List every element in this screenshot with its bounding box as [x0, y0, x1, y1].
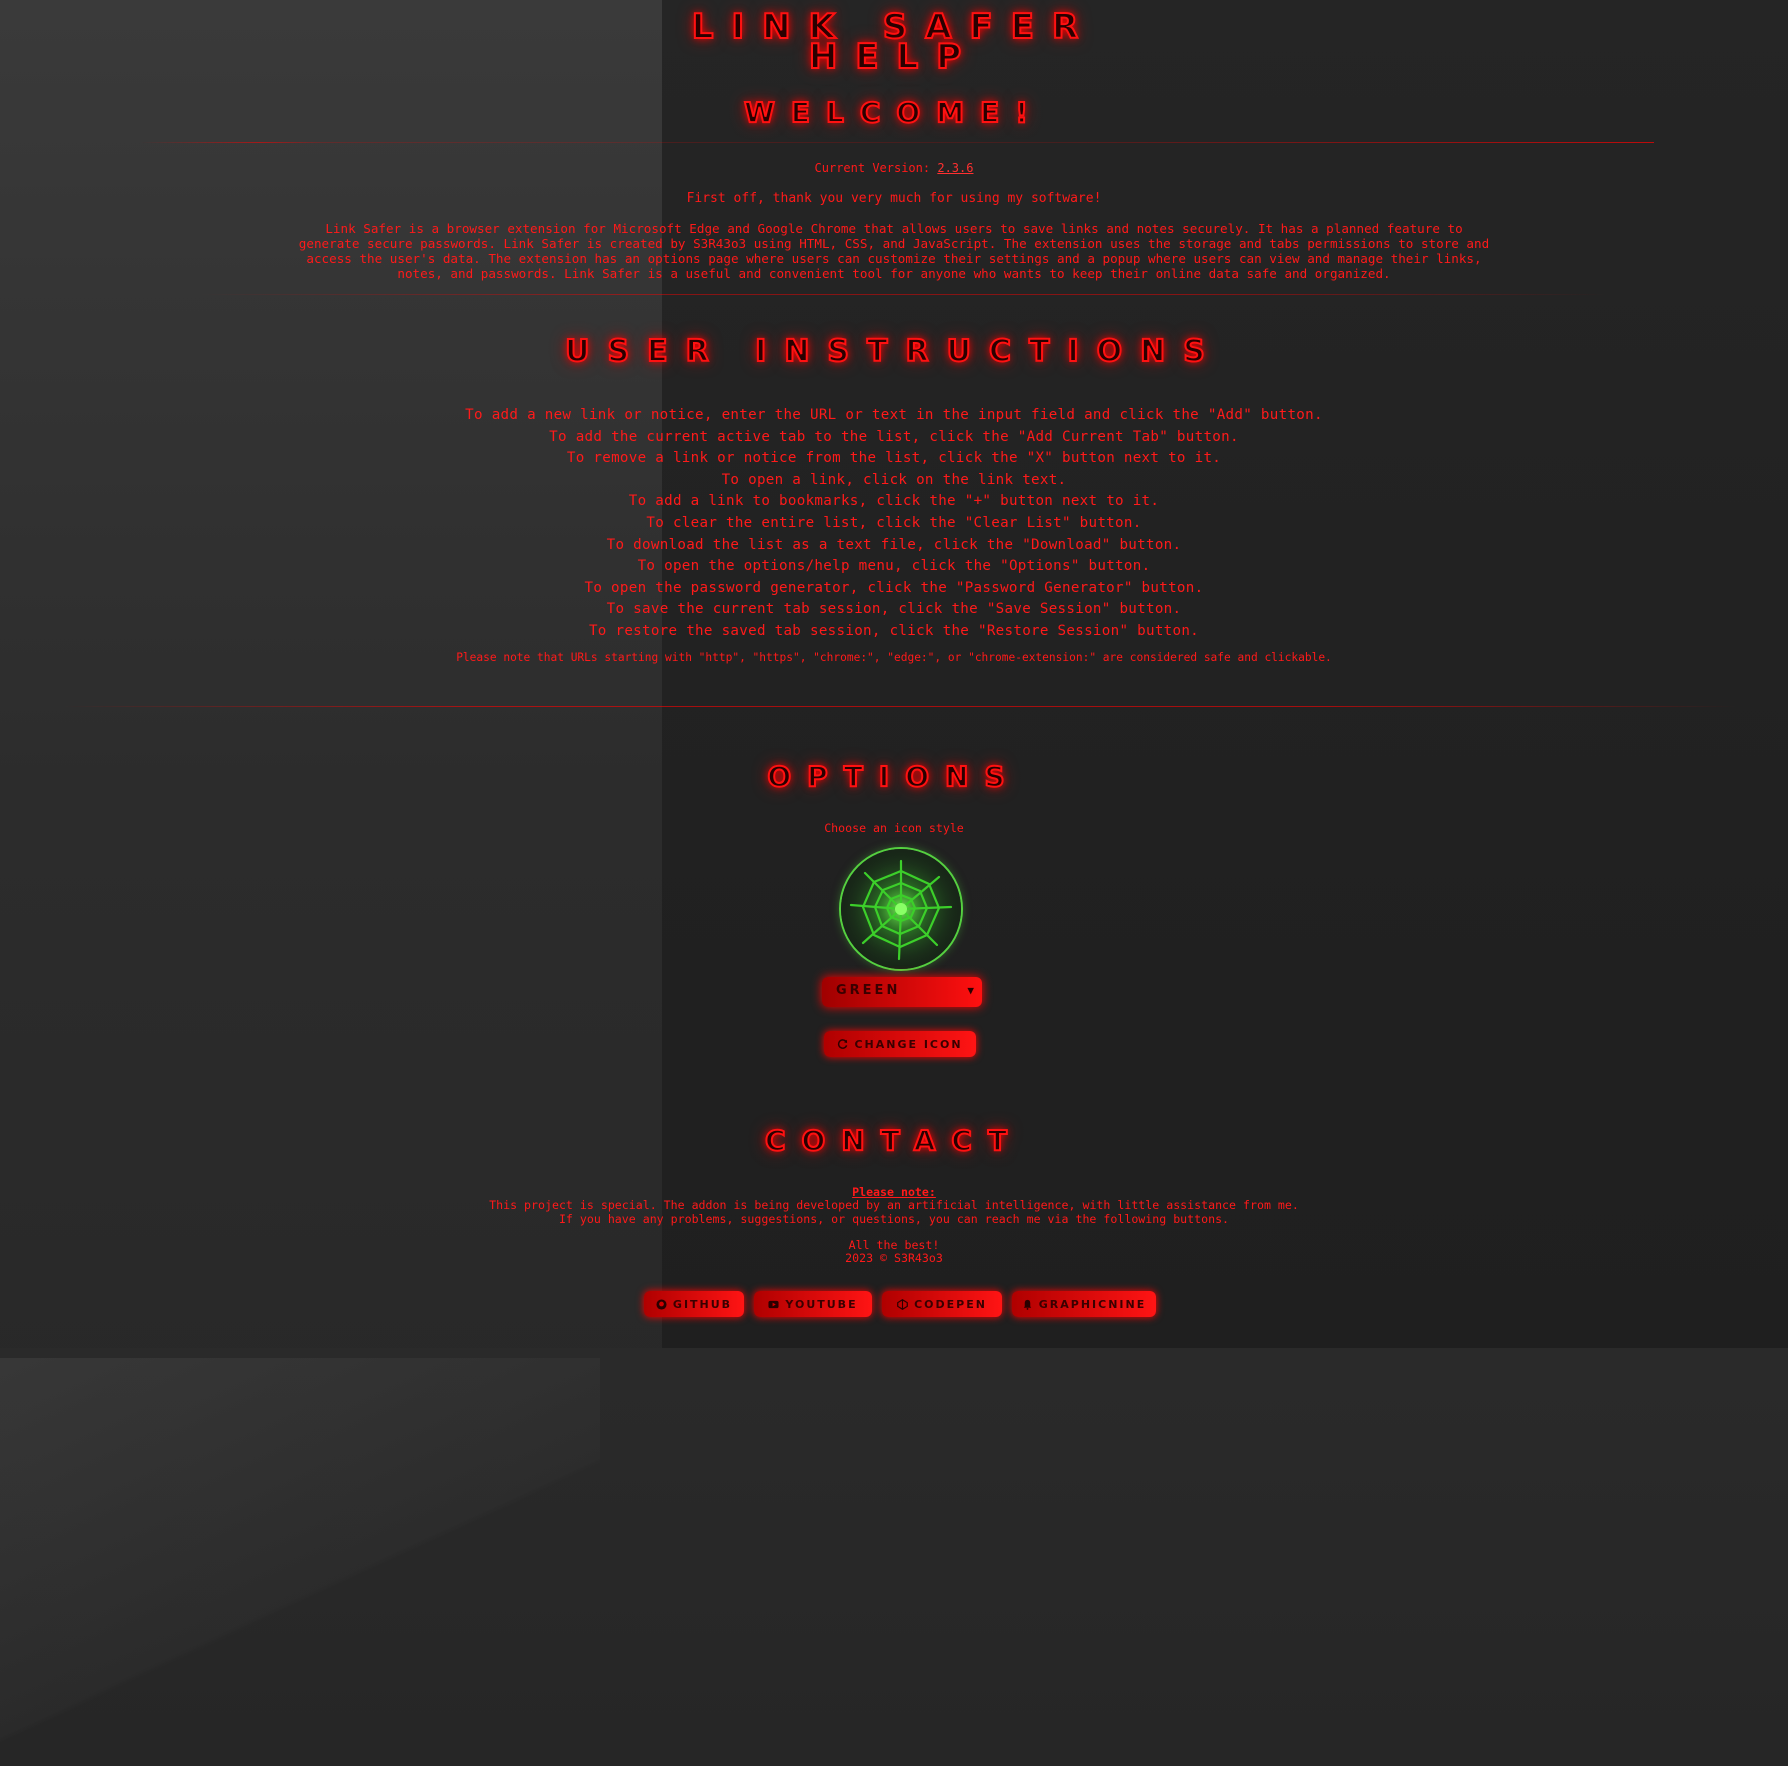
instruction-item: To open the password generator, click th… — [584, 579, 1204, 596]
about-line: generate secure passwords. Link Safer is… — [298, 236, 1490, 251]
farewell-line: All the best! — [848, 1238, 940, 1252]
codepen-icon — [897, 1298, 908, 1310]
farewell-text: All the best! 2023 © S3R43o3 — [0, 1238, 1788, 1266]
contact-text: Please note: This project is special. Th… — [0, 1185, 1788, 1226]
about-line: notes, and passwords. Link Safer is a us… — [397, 266, 1391, 281]
instruction-item: To open a link, click on the link text. — [721, 471, 1067, 488]
thanks-text: First off, thank you very much for using… — [686, 191, 1102, 206]
youtube-icon — [768, 1300, 779, 1308]
copyright: 2023 © S3R43o3 — [845, 1251, 943, 1266]
version-link[interactable]: 2.3.6 — [937, 161, 973, 175]
spider-web-icon — [843, 851, 959, 967]
instruction-item: To restore the saved tab session, click … — [588, 622, 1200, 639]
divider — [60, 706, 1740, 707]
divider — [140, 142, 1654, 143]
instruction-item: To save the current tab session, click t… — [606, 601, 1182, 618]
graphicnine-button[interactable]: Graphicnine — [1012, 1291, 1156, 1317]
codepen-label: CodePen — [914, 1297, 987, 1311]
bell-icon — [1023, 1299, 1031, 1310]
background-diagonal — [0, 1358, 600, 1766]
github-button[interactable]: GitHub — [644, 1291, 744, 1317]
instruction-item: To open the options/help menu, click the… — [637, 558, 1151, 575]
version-label: Current Version: — [814, 161, 931, 175]
contact-line: If you have any problems, suggestions, o… — [558, 1211, 1230, 1226]
instruction-item: To add a link to bookmarks, click the "+… — [628, 493, 1160, 510]
github-label: GitHub — [672, 1297, 733, 1311]
change-icon-button[interactable]: Change Icon — [824, 1031, 976, 1057]
about-line: Link Safer is a browser extension for Mi… — [325, 221, 1463, 236]
instruction-item: To remove a link or notice from the list… — [566, 450, 1222, 467]
about-paragraph: Link Safer is a browser extension for Mi… — [0, 221, 1788, 281]
codepen-button[interactable]: CodePen — [882, 1291, 1002, 1317]
graphicnine-label: Graphicnine — [1038, 1297, 1147, 1311]
instruction-item: To add a new link or notice, enter the U… — [465, 407, 1323, 423]
instruction-item: To clear the entire list, click the "Cle… — [646, 514, 1142, 531]
change-icon-label: Change Icon — [854, 1037, 963, 1051]
options-heading: Options — [766, 759, 1021, 794]
version-line: Current Version: 2.3.6 — [0, 161, 1788, 175]
welcome-heading: Welcome! — [743, 95, 1044, 130]
icon-preview — [841, 849, 961, 969]
icon-style-label: Choose an icon style — [824, 821, 964, 835]
instructions-heading: User Instructions — [564, 333, 1223, 370]
help-page: Link Safer Help Welcome! Current Version… — [0, 0, 1788, 1350]
url-note: Please note that URLs starting with "htt… — [456, 651, 1332, 664]
contact-heading: Contact — [764, 1123, 1024, 1158]
contact-line: This project is special. The addon is be… — [489, 1198, 1299, 1213]
instructions-list: To add a new link or notice, enter the U… — [0, 405, 1788, 643]
instruction-item: To add the current active tab to the lis… — [549, 428, 1239, 445]
instruction-item: To download the list as a text file, cli… — [606, 536, 1182, 553]
divider — [200, 294, 1610, 295]
youtube-button[interactable]: YouTube — [754, 1291, 872, 1317]
github-icon — [656, 1298, 667, 1310]
about-line: access the user's data. The extension ha… — [306, 251, 1482, 266]
page-title: Link Safer Help — [0, 9, 1788, 77]
chevron-down-icon: ▼ — [967, 984, 974, 997]
please-note-label: Please note: — [852, 1185, 936, 1199]
refresh-icon — [838, 1038, 848, 1049]
select-value: Green — [836, 983, 901, 998]
youtube-label: YouTube — [785, 1297, 858, 1311]
title-line-2: Help — [808, 37, 980, 77]
icon-style-select[interactable]: Green ▼ — [822, 977, 982, 1007]
